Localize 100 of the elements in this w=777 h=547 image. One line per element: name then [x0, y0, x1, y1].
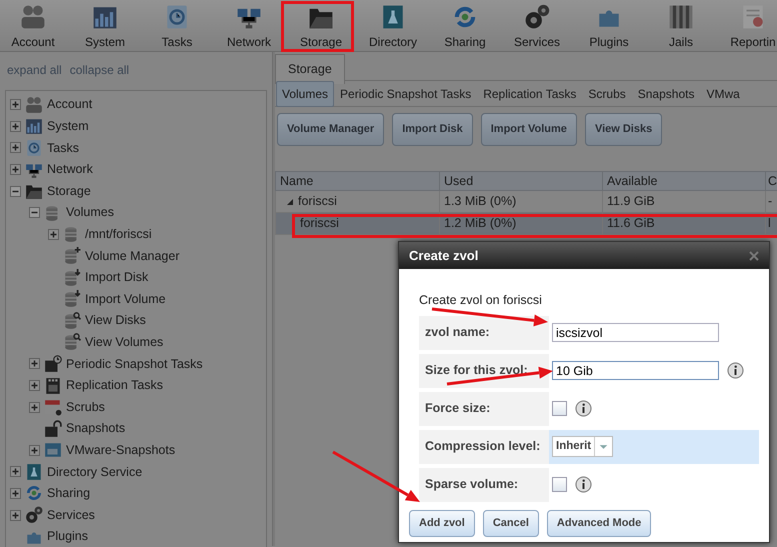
database-search-icon — [63, 312, 81, 330]
tree-item[interactable]: VMware-Snapshots — [66, 440, 176, 460]
column-header[interactable]: Used — [440, 172, 602, 190]
action-button[interactable]: Import Volume — [480, 113, 577, 146]
table-cell: 11.6 GiB — [607, 216, 655, 230]
tree-item[interactable]: System — [47, 117, 89, 136]
tree-item[interactable]: Replication Tasks — [66, 376, 164, 395]
subtab[interactable]: Replication Tasks — [477, 80, 582, 106]
checkbox[interactable] — [552, 401, 567, 416]
action-button[interactable]: Import Disk — [392, 113, 473, 146]
tree-item[interactable]: Snapshots — [66, 419, 126, 438]
expander-icon[interactable] — [10, 142, 21, 154]
screen-icon — [44, 441, 62, 460]
toolbar-button[interactable]: System — [69, 0, 141, 51]
action-button[interactable]: Volume Manager — [277, 113, 384, 146]
clock-icon — [164, 4, 190, 30]
dialog-title: Create zvol — [409, 246, 478, 265]
toolbar-button[interactable]: Services — [501, 0, 573, 51]
subtab[interactable]: Scrubs — [582, 80, 632, 106]
expander-icon[interactable] — [10, 488, 21, 499]
collapse-triangle-icon[interactable] — [286, 198, 293, 206]
expander-icon[interactable] — [10, 120, 21, 132]
tree-item[interactable]: Tasks — [47, 138, 79, 158]
tree-item[interactable]: Volume Manager — [85, 246, 180, 266]
expander-icon[interactable] — [29, 207, 40, 218]
tree-item[interactable]: View Disks — [85, 311, 146, 330]
toolbar-button[interactable]: Tasks — [141, 0, 213, 51]
checkbox[interactable] — [552, 477, 567, 492]
dropdown[interactable]: Inherit — [552, 436, 614, 458]
tree-item[interactable]: Periodic Snapshot Tasks — [66, 354, 203, 374]
toolbar-button[interactable]: Sharing — [429, 0, 501, 51]
tree-item[interactable]: View Volumes — [85, 332, 164, 352]
column-header[interactable]: C — [766, 172, 777, 190]
tree-link[interactable]: expand all — [7, 61, 62, 79]
dialog-button[interactable]: Advanced Mode — [546, 510, 652, 537]
tree-item[interactable]: Sharing — [47, 484, 90, 503]
gear-icon — [524, 4, 550, 30]
info-icon[interactable] — [575, 400, 592, 418]
expander-icon[interactable] — [29, 402, 40, 413]
tree-item[interactable]: /mnt/foriscsi — [85, 224, 152, 244]
expander-icon[interactable] — [29, 380, 40, 392]
subtab[interactable]: Volumes — [276, 80, 334, 106]
table-cell: 1.3 MiB (0%) — [444, 194, 516, 208]
toolbar-button[interactable]: Reportin — [717, 0, 777, 51]
tree-item[interactable]: Storage — [47, 182, 91, 201]
tree-item[interactable]: Import Disk — [85, 268, 148, 287]
toolbar-button[interactable]: Jails — [645, 0, 717, 51]
column-header[interactable]: Available — [602, 172, 766, 190]
dialog-button[interactable]: Add zvol — [409, 510, 475, 537]
toolbar-button[interactable]: Plugins — [573, 0, 645, 51]
gear-icon — [25, 506, 43, 524]
people-icon — [25, 96, 43, 114]
database-download-icon — [63, 268, 81, 287]
tree-item[interactable]: Volumes — [66, 203, 114, 222]
expander-icon[interactable] — [10, 164, 21, 176]
sync-icon — [25, 484, 43, 502]
dialog-button[interactable]: Cancel — [482, 510, 539, 537]
expander-icon[interactable] — [10, 99, 21, 110]
text-field[interactable]: 10 Gib — [552, 361, 719, 380]
film-icon — [44, 376, 62, 395]
expander-icon[interactable] — [29, 358, 40, 370]
toolbar-button[interactable]: Network — [213, 0, 285, 51]
field-label: Compression level: — [419, 430, 549, 464]
expander-icon[interactable] — [10, 186, 21, 197]
toolbar-button[interactable]: Account — [0, 0, 69, 51]
subtab[interactable]: Snapshots — [632, 80, 700, 106]
sync-icon — [452, 4, 478, 30]
calendar-icon — [44, 398, 62, 416]
database-search-icon — [63, 333, 81, 352]
info-icon[interactable] — [575, 476, 592, 494]
tree-item[interactable]: Import Volume — [85, 290, 166, 309]
toolbar-button[interactable]: Storage — [285, 0, 357, 51]
dialog-subtitle: Create zvol on foriscsi — [419, 292, 542, 309]
camera-clock-icon — [44, 354, 62, 373]
table-row[interactable]: foriscsi 1.2 MiB (0%) 11.6 GiB l — [276, 212, 777, 234]
tab[interactable]: Storage — [275, 54, 345, 84]
toolbar-button[interactable]: Directory — [357, 0, 429, 51]
database-add-icon — [63, 246, 81, 265]
tree-item[interactable]: Directory Service — [47, 462, 142, 482]
tree-item[interactable]: Account — [47, 95, 92, 114]
action-button[interactable]: View Disks — [584, 113, 662, 146]
table-cell: 1.2 MiB (0%) — [444, 216, 516, 230]
tree-item[interactable]: Network — [47, 160, 93, 179]
tree-item[interactable]: Plugins — [47, 527, 88, 546]
tree-item[interactable]: Services — [47, 506, 95, 524]
expander-icon[interactable] — [10, 466, 21, 478]
text-field[interactable]: iscsizvol — [552, 323, 719, 342]
close-icon[interactable] — [749, 250, 759, 260]
table-cell: 11.9 GiB — [607, 194, 655, 208]
tree-link[interactable]: collapse all — [70, 61, 130, 79]
expander-icon[interactable] — [29, 444, 40, 456]
table-cell: foriscsi — [300, 216, 339, 230]
field-label: Force size: — [419, 392, 549, 426]
expander-icon[interactable] — [10, 510, 21, 521]
subtab[interactable]: VMwa — [700, 80, 746, 106]
info-icon[interactable] — [727, 362, 744, 380]
column-header[interactable]: Name — [276, 172, 440, 190]
table-cell: l — [768, 216, 771, 230]
expander-icon[interactable] — [48, 228, 59, 240]
tree-item[interactable]: Scrubs — [66, 398, 105, 416]
